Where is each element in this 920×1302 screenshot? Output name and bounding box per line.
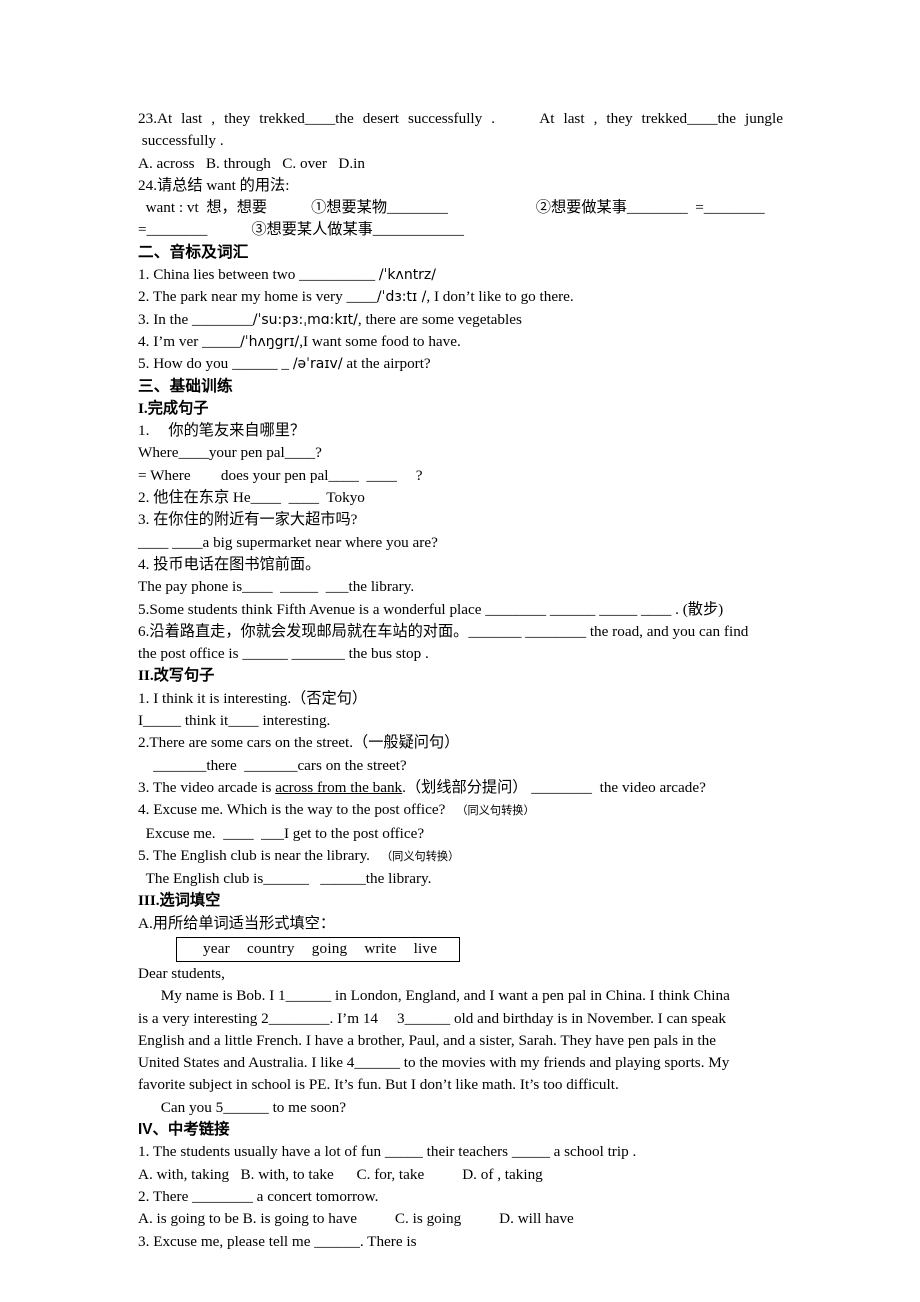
item-text: 3. In the ________	[138, 310, 253, 328]
section-2-item-2: 2. The park near my home is very ____/ˈd…	[138, 286, 783, 308]
section-2-heading: 二、音标及词汇	[138, 243, 249, 261]
part-1-line-10: 6.沿着路直走，你就会发现邮局就在车站的对面。_______ ________ …	[138, 622, 749, 640]
letter-body-line-4: United States and Australia. I like 4___…	[138, 1054, 730, 1072]
letter-salutation: Dear students,	[138, 964, 225, 982]
q4-sentence: 4. Excuse me. Which is the way to the po…	[138, 801, 446, 819]
q5-sentence: 5. The English club is near the library.	[138, 846, 370, 864]
q3-underlined-phrase: across from the bank	[275, 778, 403, 796]
q4-annotation: （同义句转换）	[456, 805, 535, 818]
letter-body-line-1: My name is Bob. I 1______ in London, Eng…	[138, 987, 730, 1005]
question-23-line-2: successfully .	[138, 132, 224, 150]
part-1-line-2: Where____your pen pal____?	[138, 444, 322, 462]
part-2-q4-line-2: Excuse me. ____ ___I get to the post off…	[138, 824, 425, 842]
part-1-line-5: 3. 在你住的附近有一家大超市吗?	[138, 511, 358, 529]
section-4-item-2-options: A. is going to be B. is going to have C.…	[138, 1210, 574, 1228]
phonetic-transcription: /ˈkʌntrz/	[378, 267, 437, 284]
section-4-heading-text: IV、中考链接	[138, 1121, 230, 1139]
part-1-line-1: 1. 你的笔友来自哪里？	[138, 422, 306, 440]
question-23-line-1: 23.At last , they trekked____the desert …	[138, 110, 783, 127]
q24-eq: =________	[138, 221, 208, 239]
question-24-prompt: 24.请总结 want 的用法:	[138, 176, 290, 194]
part-2-q5-line-2: The English club is______ ______the libr…	[138, 870, 432, 888]
word-bank-item: country	[246, 939, 295, 957]
letter-body-line-6: Can you 5______ to me soon?	[138, 1098, 346, 1116]
item-text-tail: ,I want some food to have.	[299, 332, 461, 350]
question-23-options: A. across B. through C. over D.in	[138, 154, 365, 172]
q24-usage-2: ②想要做某事________ =________	[535, 199, 765, 217]
part-1-line-3: = Where does your pen pal____ ____ ?	[138, 466, 423, 484]
q3-pre: 3. The video arcade is	[138, 778, 276, 796]
section-4-item-1-question: 1. The students usually have a lot of fu…	[138, 1143, 637, 1161]
section-4-item-1-options: A. with, taking B. with, to take C. for,…	[138, 1165, 543, 1183]
letter-body-line-2: is a very interesting 2________. I’m 14 …	[138, 1009, 726, 1027]
letter-body-line-5: favorite subject in school is PE. It’s f…	[138, 1076, 619, 1094]
section-3-part-2-heading: II.改写句子	[138, 667, 215, 685]
q3-annotation: .（划线部分提问）	[402, 778, 528, 796]
part-2-q4-line-1: 4. Excuse me. Which is the way to the po…	[138, 799, 783, 822]
section-3-part-3-heading: III.选词填空	[138, 892, 221, 910]
q5-annotation: （同义句转换）	[380, 850, 460, 863]
section-4-item-3-question: 3. Excuse me, please tell me ______. The…	[138, 1232, 417, 1250]
q24-label: want : vt 想，想要	[138, 199, 268, 217]
section-4-item-2-question: 2. There ________ a concert tomorrow.	[138, 1187, 379, 1205]
item-text-tail: , I don’t like to go there.	[426, 288, 574, 306]
phonetic-transcription: /ˈsu:pɜ:ˌmɑ:kɪt/	[252, 311, 358, 328]
section-3-part-1-heading: I.完成句子	[138, 399, 209, 417]
part-1-line-6: ____ ____a big supermarket near where yo…	[138, 533, 438, 551]
q24-usage-3: ③想要某人做某事____________	[251, 221, 464, 239]
part-1-line-7: 4. 投币电话在图书馆前面。	[138, 555, 321, 573]
section-2-item-3: 3. In the ________/ˈsu:pɜ:ˌmɑ:kɪt/, ther…	[138, 309, 783, 331]
item-text: 5. How do you ______ _	[138, 355, 293, 373]
question-24-line-1: want : vt 想，想要 ①想要某物________ ②想要做某事_______…	[138, 197, 783, 219]
part-1-line-9: 5.Some students think Fifth Avenue is a …	[138, 600, 724, 618]
part-3-instruction: A.用所给单词适当形式填空：	[138, 914, 336, 932]
section-2-item-4: 4. I’m ver _____/ˈhʌŋgrɪ/,I want some fo…	[138, 331, 783, 353]
section-4-heading: IV、中考链接	[138, 1119, 783, 1141]
section-2-item-5: 5. How do you ______ _ /əˈraɪv/ at the a…	[138, 353, 783, 375]
word-bank-box-wrapper: year country going write live	[138, 935, 783, 963]
part-2-q1-line-2: I_____ think it____ interesting.	[138, 712, 331, 730]
word-bank-item: going	[311, 939, 348, 957]
document-body: 23.At last , they trekked____the desert …	[138, 108, 783, 1253]
question-24-line-2: =________ ③想要某人做某事____________	[138, 219, 783, 241]
word-bank-item: write	[364, 939, 397, 957]
item-text: 2. The park near my home is very ____	[138, 288, 377, 306]
q24-usage-1: ①想要某物________	[311, 199, 448, 217]
word-bank-item: year	[203, 939, 230, 957]
word-bank-box: year country going write live	[176, 936, 461, 962]
phonetic-transcription: /ˈdɜ:tɪ /	[376, 289, 427, 306]
word-bank-item: live	[413, 939, 438, 957]
part-2-q3: 3. The video arcade is across from the b…	[138, 777, 783, 799]
q3-post: ________ the video arcade?	[527, 778, 706, 796]
part-2-q2-line-1: 2.There are some cars on the street.（一般疑…	[138, 734, 460, 752]
part-1-line-8: The pay phone is____ _____ ___the librar…	[138, 578, 415, 596]
part-2-q2-line-2: _______there _______cars on the street?	[138, 756, 407, 774]
item-text-tail: , there are some vegetables	[357, 310, 522, 328]
part-2-q1-line-1: 1. I think it is interesting.（否定句）	[138, 689, 368, 707]
worksheet-page: 23.At last , they trekked____the desert …	[0, 0, 920, 1302]
part-2-q5-line-1: 5. The English club is near the library.…	[138, 845, 783, 868]
part-1-line-4: 2. 他住在东京 He____ ____ Tokyo	[138, 489, 365, 507]
item-text: 4. I’m ver _____	[138, 332, 241, 350]
section-3-heading: 三、基础训练	[138, 377, 233, 395]
phonetic-transcription: /ˈhʌŋgrɪ/	[240, 333, 300, 350]
phonetic-transcription: /əˈraɪv/	[292, 356, 343, 373]
letter-body-line-3: English and a little French. I have a br…	[138, 1031, 716, 1049]
item-text: 1. China lies between two __________	[138, 266, 379, 284]
part-1-line-11: the post office is ______ _______ the bu…	[138, 645, 429, 663]
item-text-tail: at the airport?	[342, 355, 431, 373]
section-2-item-1: 1. China lies between two __________ /ˈk…	[138, 264, 783, 286]
